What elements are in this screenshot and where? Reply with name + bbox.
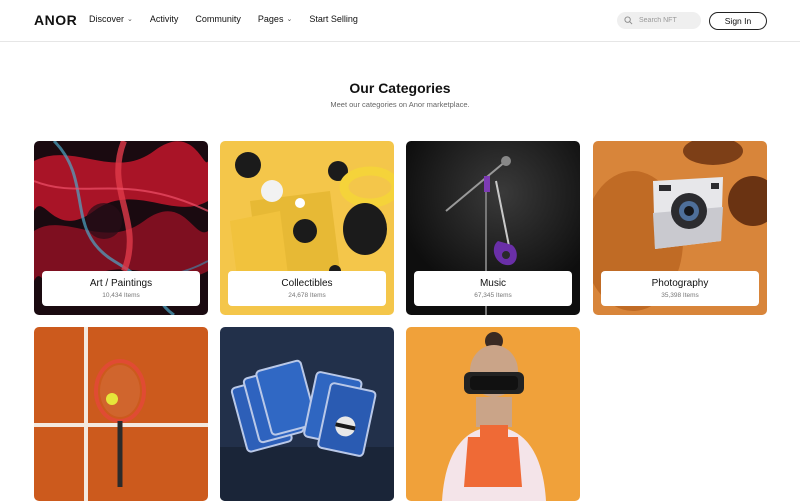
nav-item-activity[interactable]: Activity xyxy=(150,14,179,24)
category-count: 24,678 Items xyxy=(288,292,326,299)
category-card-virtual-reality[interactable] xyxy=(406,327,580,501)
category-name: Art / Paintings xyxy=(89,278,153,289)
category-label: Collectibles 24,678 Items xyxy=(228,271,386,306)
nav-item-label: Activity xyxy=(149,14,179,24)
nav-item-label: Start Selling xyxy=(309,14,358,24)
chevron-down-icon: ⌄ xyxy=(127,16,133,23)
tennis-image xyxy=(34,327,208,501)
category-card-photography[interactable]: Photography 35,398 Items xyxy=(593,141,767,315)
category-card-collectibles[interactable]: Collectibles 24,678 Items xyxy=(220,141,394,315)
search-input[interactable] xyxy=(639,17,699,24)
section-subtitle: Meet our categories on Anor marketplace. xyxy=(330,100,470,109)
category-label: Art / Paintings 10,434 Items xyxy=(42,271,200,306)
nav-item-community[interactable]: Community xyxy=(195,14,241,24)
nav-item-label: Pages xyxy=(257,14,284,24)
sign-in-button[interactable]: Sign In xyxy=(709,12,767,30)
category-name: Music xyxy=(479,278,507,289)
category-count: 10,434 Items xyxy=(102,292,140,299)
category-count: 35,398 Items xyxy=(661,292,699,299)
category-name: Collectibles xyxy=(281,278,333,289)
main-nav: Discover ⌄ Activity Community Pages ⌄ St… xyxy=(89,14,375,24)
category-label: Music 67,345 Items xyxy=(414,271,572,306)
chevron-down-icon: ⌄ xyxy=(286,16,293,23)
search-box[interactable] xyxy=(617,12,701,29)
category-count: 67,345 Items xyxy=(474,292,512,299)
category-card-trading-cards[interactable] xyxy=(220,327,394,501)
category-card-sports[interactable] xyxy=(34,327,208,501)
nav-item-discover[interactable]: Discover ⌄ xyxy=(89,14,133,24)
category-name: Photography xyxy=(651,278,709,289)
nav-item-pages[interactable]: Pages ⌄ xyxy=(258,14,292,24)
virtual-reality-image xyxy=(406,327,580,501)
category-card-music[interactable]: Music 67,345 Items xyxy=(406,141,580,315)
top-header: ANOR Discover ⌄ Activity Community Pages… xyxy=(0,0,800,42)
section-title: Our Categories xyxy=(349,80,451,96)
nav-item-label: Discover xyxy=(89,14,125,24)
nav-item-label: Community xyxy=(195,14,241,24)
brand-logo[interactable]: ANOR xyxy=(34,12,77,28)
category-label: Photography 35,398 Items xyxy=(601,271,759,306)
category-card-art-paintings[interactable]: Art / Paintings 10,434 Items xyxy=(34,141,208,315)
search-icon xyxy=(624,16,633,25)
trading-cards-image xyxy=(220,327,394,501)
nav-item-start-selling[interactable]: Start Selling xyxy=(309,14,358,24)
